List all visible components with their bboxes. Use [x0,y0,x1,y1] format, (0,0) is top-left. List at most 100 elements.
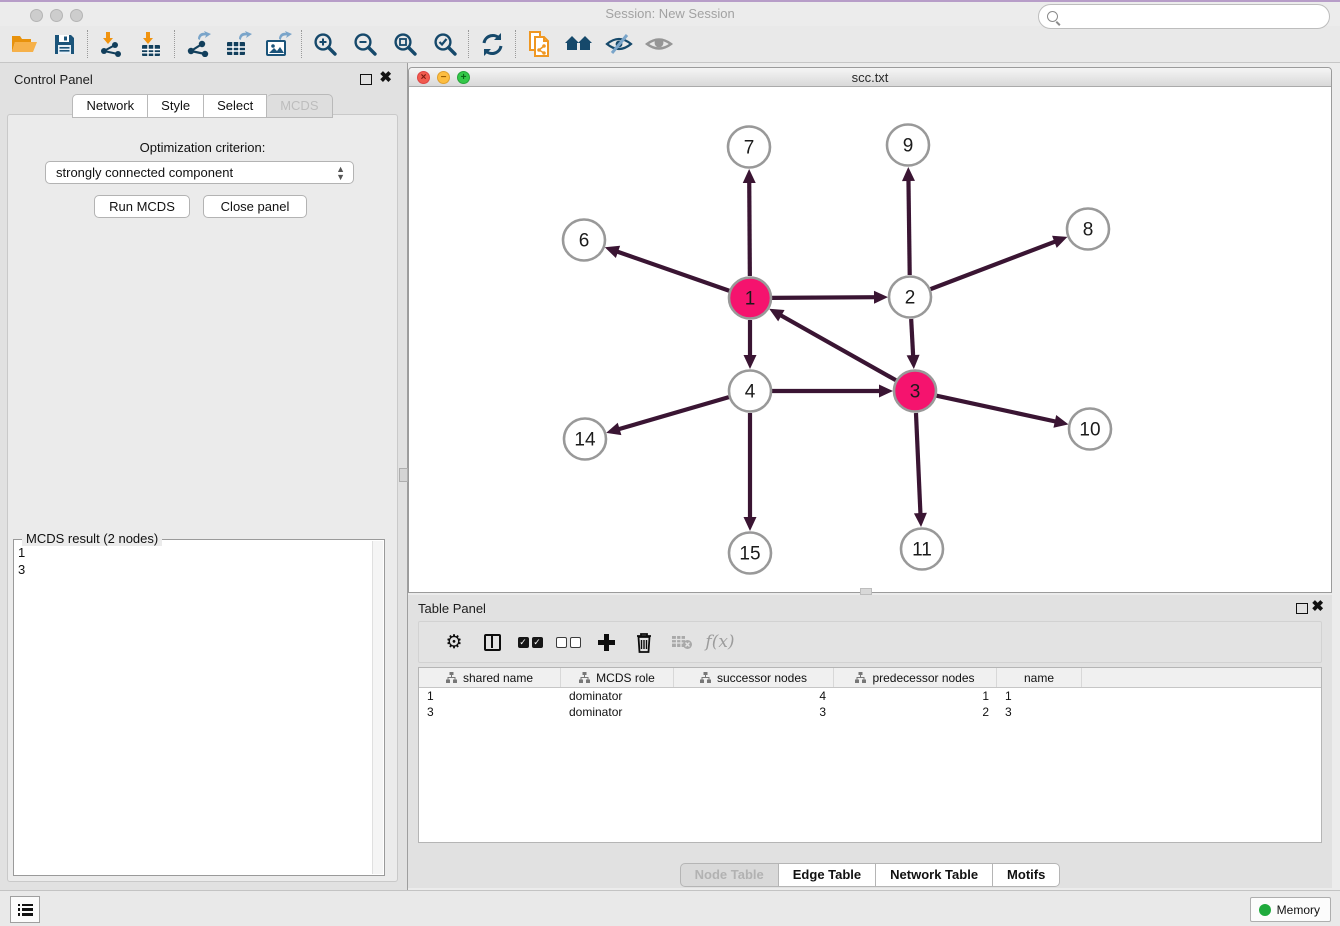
graph-node-7[interactable]: 7 [728,127,770,168]
open-session-button[interactable] [4,28,44,60]
gear-icon: ⚙ [445,631,462,653]
hide-selected-button[interactable] [599,28,639,60]
clone-network-button[interactable] [519,28,559,60]
run-mcds-button[interactable]: Run MCDS [94,195,190,218]
import-network-icon [98,31,124,57]
graph-edge-2-3[interactable] [907,319,920,369]
column-header-predecessor-nodes[interactable]: predecessor nodes [834,668,997,687]
optimization-criterion-value: strongly connected component [56,165,233,180]
tab-select[interactable]: Select [204,94,267,118]
delete-table-button[interactable] [663,625,701,659]
network-table-splitter-handle[interactable] [860,588,872,595]
control-panel-float-button[interactable] [360,74,372,85]
table-row[interactable]: 3 dominator 3 2 3 [419,704,1321,720]
toolbar-separator [468,30,469,58]
zoom-fit-button[interactable] [385,28,425,60]
task-history-button[interactable] [10,896,40,923]
mcds-result-text[interactable]: 1 3 [18,544,370,873]
graph-edge-4-14[interactable] [606,397,729,435]
refresh-layout-button[interactable] [472,28,512,60]
column-header-successor-nodes[interactable]: successor nodes [674,668,834,687]
graph-edge-1-7[interactable] [743,169,756,276]
table-panel-float-button[interactable] [1296,603,1308,614]
mcds-result-box: MCDS result (2 nodes) 1 3 [13,539,385,876]
tab-style[interactable]: Style [148,94,204,118]
column-header-shared-name[interactable]: shared name [419,668,561,687]
graph-edge-3-11[interactable] [914,413,927,527]
graph-edge-1-2[interactable] [772,291,888,304]
graph-node-label: 10 [1079,420,1100,441]
graph-node-8[interactable]: 8 [1067,209,1109,250]
search-input[interactable] [1064,9,1314,24]
graph-node-2[interactable]: 2 [889,277,931,318]
graph-edge-1-4[interactable] [744,320,757,369]
graph-node-label: 9 [903,136,914,157]
graph-edge-4-3[interactable] [772,385,893,398]
save-session-button[interactable] [44,28,84,60]
close-panel-button[interactable]: Close panel [203,195,307,218]
column-header-name[interactable]: name [997,668,1082,687]
graph-edge-2-8[interactable] [931,236,1068,289]
zoom-out-button[interactable] [345,28,385,60]
graph-edge-3-10[interactable] [936,396,1068,428]
delete-column-button[interactable] [625,625,663,659]
import-network-button[interactable] [91,28,131,60]
toolbar-separator [174,30,175,58]
first-neighbors-button[interactable] [559,28,599,60]
graph-node-4[interactable]: 4 [729,371,771,412]
memory-button[interactable]: Memory [1250,897,1331,922]
tab-node-table[interactable]: Node Table [680,863,779,887]
graph-node-10[interactable]: 10 [1069,409,1111,450]
graph-node-9[interactable]: 9 [887,125,929,166]
graph-node-6[interactable]: 6 [563,220,605,261]
result-scrollbar[interactable] [372,541,383,874]
tab-motifs[interactable]: Motifs [993,863,1060,887]
zoom-in-button[interactable] [305,28,345,60]
zoom-out-icon [352,31,378,57]
houses-icon [564,32,594,56]
control-panel-close-icon[interactable]: ✖ [379,72,392,83]
trash-icon [635,632,653,653]
deselect-all-columns-button[interactable] [549,625,587,659]
graph-edge-2-9[interactable] [902,167,915,275]
mcds-panel: Optimization criterion: strongly connect… [7,114,398,882]
import-table-icon [138,31,164,57]
import-table-button[interactable] [131,28,171,60]
export-network-button[interactable] [178,28,218,60]
graph-node-15[interactable]: 15 [729,533,771,574]
tab-network-table[interactable]: Network Table [876,863,993,887]
network-canvas[interactable]: 7 9 6 8 1 2 4 3 14 10 15 11 [409,88,1331,592]
graph-node-14[interactable]: 14 [564,419,606,460]
select-all-columns-button[interactable]: ✓✓ [511,625,549,659]
tab-mcds[interactable]: MCDS [267,94,332,118]
table-settings-button[interactable]: ⚙ [435,625,473,659]
table-panel-close-icon[interactable]: ✖ [1311,601,1324,612]
graph-node-11[interactable]: 11 [901,529,943,570]
panel-splitter-handle[interactable] [399,468,408,482]
graph-edge-3-1[interactable] [769,309,896,380]
table-tabs: Node Table Edge Table Network Table Moti… [408,863,1332,887]
network-graph[interactable]: 7 9 6 8 1 2 4 3 14 10 15 11 [409,88,1331,593]
network-window-titlebar[interactable]: × − + scc.txt [409,68,1331,87]
add-column-button[interactable] [587,625,625,659]
zoom-selected-button[interactable] [425,28,465,60]
graph-edge-4-15[interactable] [744,413,757,531]
control-panel: Control Panel ✖ Network Style Select MCD… [0,63,405,890]
table-toolbar: ⚙ ✓✓ f(x) [418,621,1322,663]
apply-function-button[interactable]: f(x) [701,625,739,659]
graph-edge-1-6[interactable] [605,246,729,291]
graph-node-1[interactable]: 1 [729,278,771,319]
export-image-button[interactable] [258,28,298,60]
column-header-mcds-role[interactable]: MCDS role [561,668,674,687]
show-all-button[interactable] [639,28,679,60]
tab-network[interactable]: Network [72,94,148,118]
plus-icon [598,634,615,651]
table-row[interactable]: 1 dominator 4 1 1 [419,688,1321,704]
graph-node-label: 6 [579,231,590,252]
search-box[interactable] [1038,4,1330,29]
graph-node-3[interactable]: 3 [894,371,936,412]
export-table-button[interactable] [218,28,258,60]
tab-edge-table[interactable]: Edge Table [779,863,876,887]
optimization-criterion-select[interactable]: strongly connected component ▲▼ [45,161,354,184]
split-view-button[interactable] [473,625,511,659]
